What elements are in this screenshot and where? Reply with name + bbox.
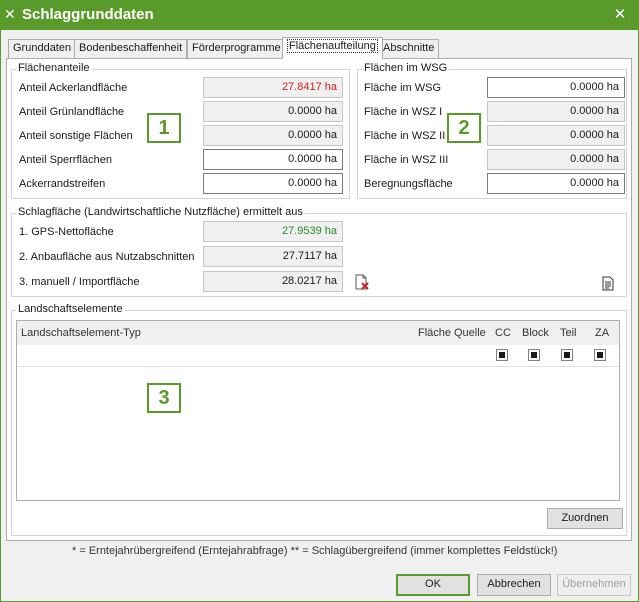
tab-bodenbeschaffenheit[interactable]: Bodenbeschaffenheit: [74, 39, 188, 58]
tools-icon: ✕: [4, 6, 16, 22]
tab-foerderprogramme[interactable]: Förderprogramme: [187, 39, 286, 58]
label-gruenland: Anteil Grünlandfläche: [19, 106, 125, 118]
field-gruenland: 0.0000 ha: [203, 101, 343, 122]
callout-2: 2: [447, 113, 481, 143]
zuordnen-button[interactable]: Zuordnen: [547, 508, 623, 529]
field-sperrflaechen[interactable]: 0.0000 ha: [203, 149, 343, 170]
close-button[interactable]: ✕: [609, 5, 631, 25]
label-sonstige: Anteil sonstige Flächen: [19, 130, 133, 142]
filter-block-checkbox[interactable]: [528, 349, 540, 361]
label-wsz2: Fläche in WSZ II: [364, 130, 446, 142]
label-wsz1: Fläche in WSZ I: [364, 106, 443, 118]
group-title-landschaft: Landschaftselemente: [16, 303, 125, 315]
landschaft-list[interactable]: [16, 320, 620, 501]
label-gps-nettoflaeche: 1. GPS-Nettofläche: [19, 226, 114, 238]
field-anbauflaeche: 27.7117 ha: [203, 246, 343, 267]
field-beregnung[interactable]: 0.0000 ha: [487, 173, 625, 194]
field-wsz3: 0.0000 ha: [487, 149, 625, 170]
window-title: Schlaggrunddaten: [22, 6, 154, 23]
field-ackerrandstreifen[interactable]: 0.0000 ha: [203, 173, 343, 194]
filter-teil-checkbox[interactable]: [561, 349, 573, 361]
apply-button[interactable]: Übernehmen: [557, 574, 631, 596]
field-wsg[interactable]: 0.0000 ha: [487, 77, 625, 98]
ok-button[interactable]: OK: [396, 574, 470, 596]
label-wsz3: Fläche in WSZ III: [364, 154, 449, 166]
callout-1: 1: [147, 113, 181, 143]
label-beregnung: Beregnungsfläche: [364, 178, 453, 190]
tab-abschnitte[interactable]: Abschnitte: [378, 39, 440, 58]
label-sperrflaechen: Anteil Sperrflächen: [19, 154, 112, 166]
field-wsz2: 0.0000 ha: [487, 125, 625, 146]
label-anbauflaeche: 2. Anbaufläche aus Nutzabschnitten: [19, 251, 195, 263]
cancel-button[interactable]: Abbrechen: [477, 574, 551, 596]
label-wsg: Fläche im WSG: [364, 82, 442, 94]
field-wsz1: 0.0000 ha: [487, 101, 625, 122]
field-importflaeche: 28.0217 ha: [203, 271, 343, 292]
col-za[interactable]: ZA: [595, 327, 609, 339]
group-title-schlagflaeche: Schlagfläche (Landwirtschaftliche Nutzfl…: [16, 206, 305, 218]
group-title-flaechenanteile: Flächenanteile: [16, 62, 92, 74]
footnote: * = Erntejahrübergreifend (Erntejahrabfr…: [72, 545, 558, 557]
group-title-wsg: Flächen im WSG: [362, 62, 450, 74]
field-gps-nettoflaeche: 27.9539 ha: [203, 221, 343, 242]
label-ackerland: Anteil Ackerlandfläche: [19, 82, 128, 94]
tab-grunddaten[interactable]: Grunddaten: [8, 39, 77, 58]
field-sonstige: 0.0000 ha: [203, 125, 343, 146]
title-bar: ✕ Schlaggrunddaten ✕: [0, 0, 639, 30]
col-flaeche[interactable]: Fläche: [418, 327, 451, 339]
filter-za-checkbox[interactable]: [594, 349, 606, 361]
notes-icon[interactable]: [601, 276, 616, 291]
col-block[interactable]: Block: [522, 327, 549, 339]
callout-3: 3: [147, 383, 181, 413]
filter-cc-checkbox[interactable]: [496, 349, 508, 361]
col-quelle[interactable]: Quelle: [454, 327, 486, 339]
col-typ[interactable]: Landschaftselement-Typ: [21, 327, 141, 339]
tab-flaechenaufteilung[interactable]: Flächenaufteilung: [282, 37, 383, 59]
delete-document-icon[interactable]: [354, 274, 370, 290]
field-ackerland: 27.8417 ha: [203, 77, 343, 98]
col-teil[interactable]: Teil: [560, 327, 577, 339]
col-cc[interactable]: CC: [495, 327, 511, 339]
list-divider: [17, 366, 619, 367]
label-importflaeche: 3. manuell / Importfläche: [19, 276, 140, 288]
label-ackerrandstreifen: Ackerrandstreifen: [19, 178, 106, 190]
